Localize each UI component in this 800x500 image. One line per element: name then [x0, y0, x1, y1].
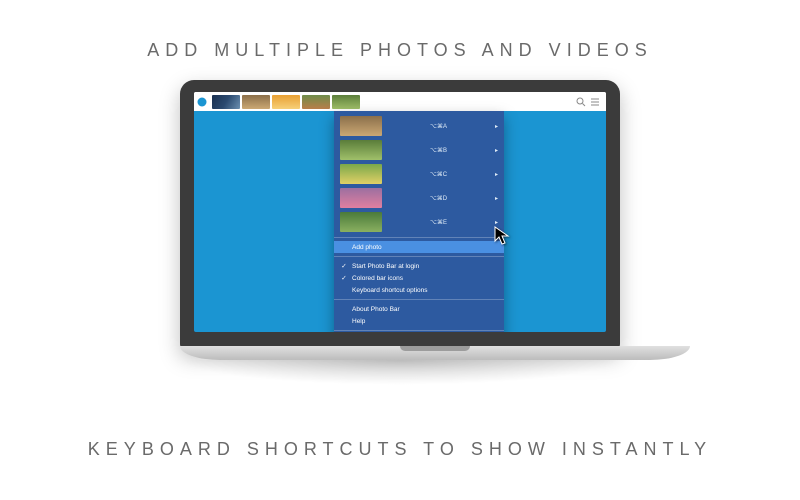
menu-item-about[interactable]: About Photo Bar: [334, 303, 504, 315]
laptop-mockup: ⌥⌘A▸ ⌥⌘B▸ ⌥⌘C▸ ⌥⌘D▸ ⌥⌘E▸ Add photo ✓Star…: [180, 80, 620, 410]
cursor-icon: [494, 226, 510, 246]
menu-item-kbd-options[interactable]: Keyboard shortcut options: [334, 284, 504, 296]
menubar-thumb[interactable]: [272, 95, 300, 109]
dropdown-photo-item[interactable]: ⌥⌘C▸: [334, 162, 504, 186]
menu-item-help[interactable]: Help: [334, 315, 504, 327]
dropdown-photo-list: ⌥⌘A▸ ⌥⌘B▸ ⌥⌘C▸ ⌥⌘D▸ ⌥⌘E▸: [334, 114, 504, 234]
menubar-thumb[interactable]: [212, 95, 240, 109]
menu-item-start-login[interactable]: ✓Start Photo Bar at login: [334, 260, 504, 272]
macos-menubar: [194, 92, 606, 111]
menubar-thumb[interactable]: [332, 95, 360, 109]
dropdown-photo-item[interactable]: ⌥⌘D▸: [334, 186, 504, 210]
dropdown-photo-item[interactable]: ⌥⌘A▸: [334, 114, 504, 138]
headline-top: ADD MULTIPLE PHOTOS AND VIDEOS: [0, 40, 800, 61]
menu-item-colored-icons[interactable]: ✓Colored bar icons: [334, 272, 504, 284]
app-icon: [194, 92, 210, 111]
menubar-thumb[interactable]: [302, 95, 330, 109]
dropdown-photo-item[interactable]: ⌥⌘E▸: [334, 210, 504, 234]
headline-bottom: KEYBOARD SHORTCUTS TO SHOW INSTANTLY: [0, 439, 800, 460]
menu-item-add-photo[interactable]: Add photo: [334, 241, 504, 253]
laptop-base: [180, 346, 690, 360]
dropdown-photo-item[interactable]: ⌥⌘B▸: [334, 138, 504, 162]
menubar-thumbnails: [212, 95, 360, 109]
laptop-reflection: [180, 360, 620, 385]
app-screen: ⌥⌘A▸ ⌥⌘B▸ ⌥⌘C▸ ⌥⌘D▸ ⌥⌘E▸ Add photo ✓Star…: [194, 92, 606, 332]
laptop-lid: ⌥⌘A▸ ⌥⌘B▸ ⌥⌘C▸ ⌥⌘D▸ ⌥⌘E▸ Add photo ✓Star…: [180, 80, 620, 350]
list-icon[interactable]: [590, 97, 600, 107]
menubar-thumb[interactable]: [242, 95, 270, 109]
dropdown-menu: ⌥⌘A▸ ⌥⌘B▸ ⌥⌘C▸ ⌥⌘D▸ ⌥⌘E▸ Add photo ✓Star…: [334, 111, 504, 332]
search-icon[interactable]: [576, 97, 586, 107]
